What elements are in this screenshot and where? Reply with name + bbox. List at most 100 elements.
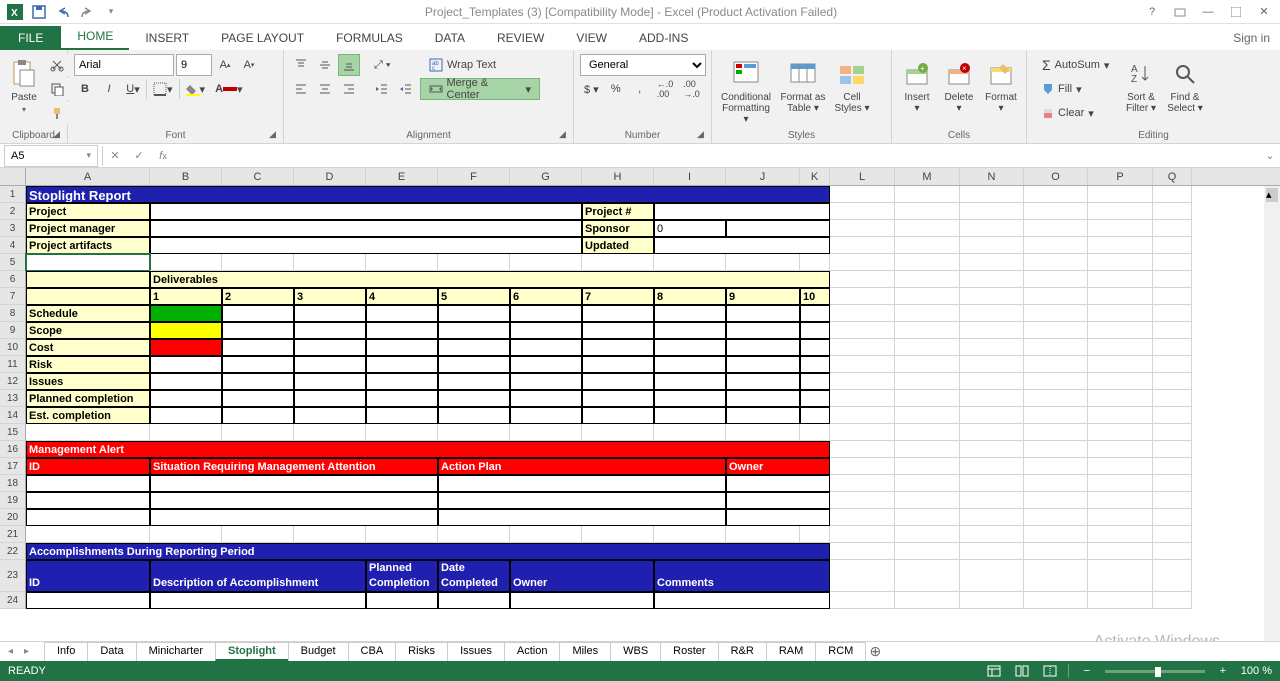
- autosum-button[interactable]: ΣAutoSum ▾: [1033, 54, 1117, 76]
- cell[interactable]: [510, 356, 582, 373]
- cell[interactable]: [830, 560, 895, 592]
- cell[interactable]: Project artifacts: [26, 237, 150, 254]
- merge-center-button[interactable]: Merge & Center ▾: [420, 78, 540, 100]
- minimize-button[interactable]: —: [1196, 2, 1220, 22]
- cell[interactable]: [726, 305, 800, 322]
- cell[interactable]: [1024, 339, 1088, 356]
- cell[interactable]: [895, 592, 960, 609]
- cell[interactable]: [895, 407, 960, 424]
- cell[interactable]: [1088, 492, 1153, 509]
- excel-icon[interactable]: X: [4, 2, 26, 22]
- cell[interactable]: [654, 592, 830, 609]
- cell[interactable]: [654, 424, 726, 441]
- cell[interactable]: [830, 254, 895, 271]
- cell[interactable]: 4: [366, 288, 438, 305]
- sheet-tab-r&r[interactable]: R&R: [718, 642, 767, 661]
- cell[interactable]: [150, 305, 222, 322]
- cell[interactable]: [1153, 390, 1192, 407]
- cell[interactable]: [366, 390, 438, 407]
- cell[interactable]: [438, 592, 510, 609]
- sheet-tab-issues[interactable]: Issues: [447, 642, 505, 661]
- tab-nav-prev[interactable]: ◂: [8, 646, 20, 657]
- cell[interactable]: [150, 407, 222, 424]
- row-header-22[interactable]: 22: [0, 543, 26, 560]
- cell[interactable]: [726, 390, 800, 407]
- cell[interactable]: [800, 322, 830, 339]
- cell[interactable]: [510, 254, 582, 271]
- cell[interactable]: [582, 407, 654, 424]
- format-cells-button[interactable]: Format▾: [982, 54, 1020, 118]
- cell[interactable]: [366, 254, 438, 271]
- cell[interactable]: [1024, 407, 1088, 424]
- bold-button[interactable]: B: [74, 78, 96, 100]
- cell[interactable]: [438, 356, 510, 373]
- cell[interactable]: Planned Completion: [366, 560, 438, 592]
- cell[interactable]: [1024, 305, 1088, 322]
- cell[interactable]: [960, 186, 1024, 203]
- italic-button[interactable]: I: [98, 78, 120, 100]
- cell[interactable]: [26, 254, 150, 271]
- cell[interactable]: [830, 220, 895, 237]
- cell[interactable]: [1024, 237, 1088, 254]
- cell[interactable]: [800, 254, 830, 271]
- cell[interactable]: [1088, 254, 1153, 271]
- cell[interactable]: [654, 356, 726, 373]
- col-header-O[interactable]: O: [1024, 168, 1088, 185]
- cell[interactable]: [294, 407, 366, 424]
- cell[interactable]: [582, 322, 654, 339]
- cell[interactable]: [1153, 441, 1192, 458]
- cell[interactable]: [895, 390, 960, 407]
- cell[interactable]: [1088, 458, 1153, 475]
- cell[interactable]: Schedule: [26, 305, 150, 322]
- cell[interactable]: [1153, 288, 1192, 305]
- delete-cells-button[interactable]: × Delete▾: [940, 54, 978, 118]
- sheet-tab-miles[interactable]: Miles: [559, 642, 611, 661]
- cell[interactable]: [1024, 458, 1088, 475]
- sheet-tab-data[interactable]: Data: [87, 642, 136, 661]
- cell[interactable]: [830, 373, 895, 390]
- cell[interactable]: [1153, 407, 1192, 424]
- cell[interactable]: Project manager: [26, 220, 150, 237]
- font-color-button[interactable]: A ▾: [211, 78, 246, 100]
- cell[interactable]: [1088, 424, 1153, 441]
- insert-cells-button[interactable]: + Insert▾: [898, 54, 936, 118]
- vertical-scrollbar[interactable]: ▴: [1264, 186, 1280, 641]
- col-header-F[interactable]: F: [438, 168, 510, 185]
- align-bottom-button[interactable]: [338, 54, 360, 76]
- zoom-out-button[interactable]: −: [1077, 663, 1097, 679]
- cell[interactable]: [1153, 560, 1192, 592]
- cell[interactable]: [150, 356, 222, 373]
- row-header-1[interactable]: 1: [0, 186, 26, 203]
- col-header-J[interactable]: J: [726, 168, 800, 185]
- cell[interactable]: [1153, 356, 1192, 373]
- cell[interactable]: Description of Accomplishment: [150, 560, 366, 592]
- cell[interactable]: [895, 458, 960, 475]
- cell[interactable]: [726, 373, 800, 390]
- row-header-19[interactable]: 19: [0, 492, 26, 509]
- cell[interactable]: [150, 237, 582, 254]
- cell[interactable]: [438, 526, 510, 543]
- cell[interactable]: [366, 305, 438, 322]
- cell[interactable]: [1088, 526, 1153, 543]
- cell[interactable]: 10: [800, 288, 830, 305]
- cell[interactable]: [438, 322, 510, 339]
- cell[interactable]: ID: [26, 560, 150, 592]
- row-header-12[interactable]: 12: [0, 373, 26, 390]
- cell[interactable]: [800, 424, 830, 441]
- cell[interactable]: [1088, 356, 1153, 373]
- cell[interactable]: [1088, 220, 1153, 237]
- cell[interactable]: [366, 592, 438, 609]
- cell[interactable]: [960, 543, 1024, 560]
- clipboard-launcher[interactable]: ◢: [53, 129, 65, 141]
- cell[interactable]: [1153, 526, 1192, 543]
- row-header-4[interactable]: 4: [0, 237, 26, 254]
- cell[interactable]: [366, 373, 438, 390]
- wrap-text-button[interactable]: abcWrap Text: [420, 54, 540, 76]
- tab-addins[interactable]: ADD-INS: [623, 26, 704, 50]
- cell[interactable]: [510, 424, 582, 441]
- cell[interactable]: [1024, 492, 1088, 509]
- cancel-formula-button[interactable]: ✕: [103, 145, 127, 167]
- cell[interactable]: [830, 322, 895, 339]
- cell[interactable]: [150, 492, 438, 509]
- cell[interactable]: Updated: [582, 237, 654, 254]
